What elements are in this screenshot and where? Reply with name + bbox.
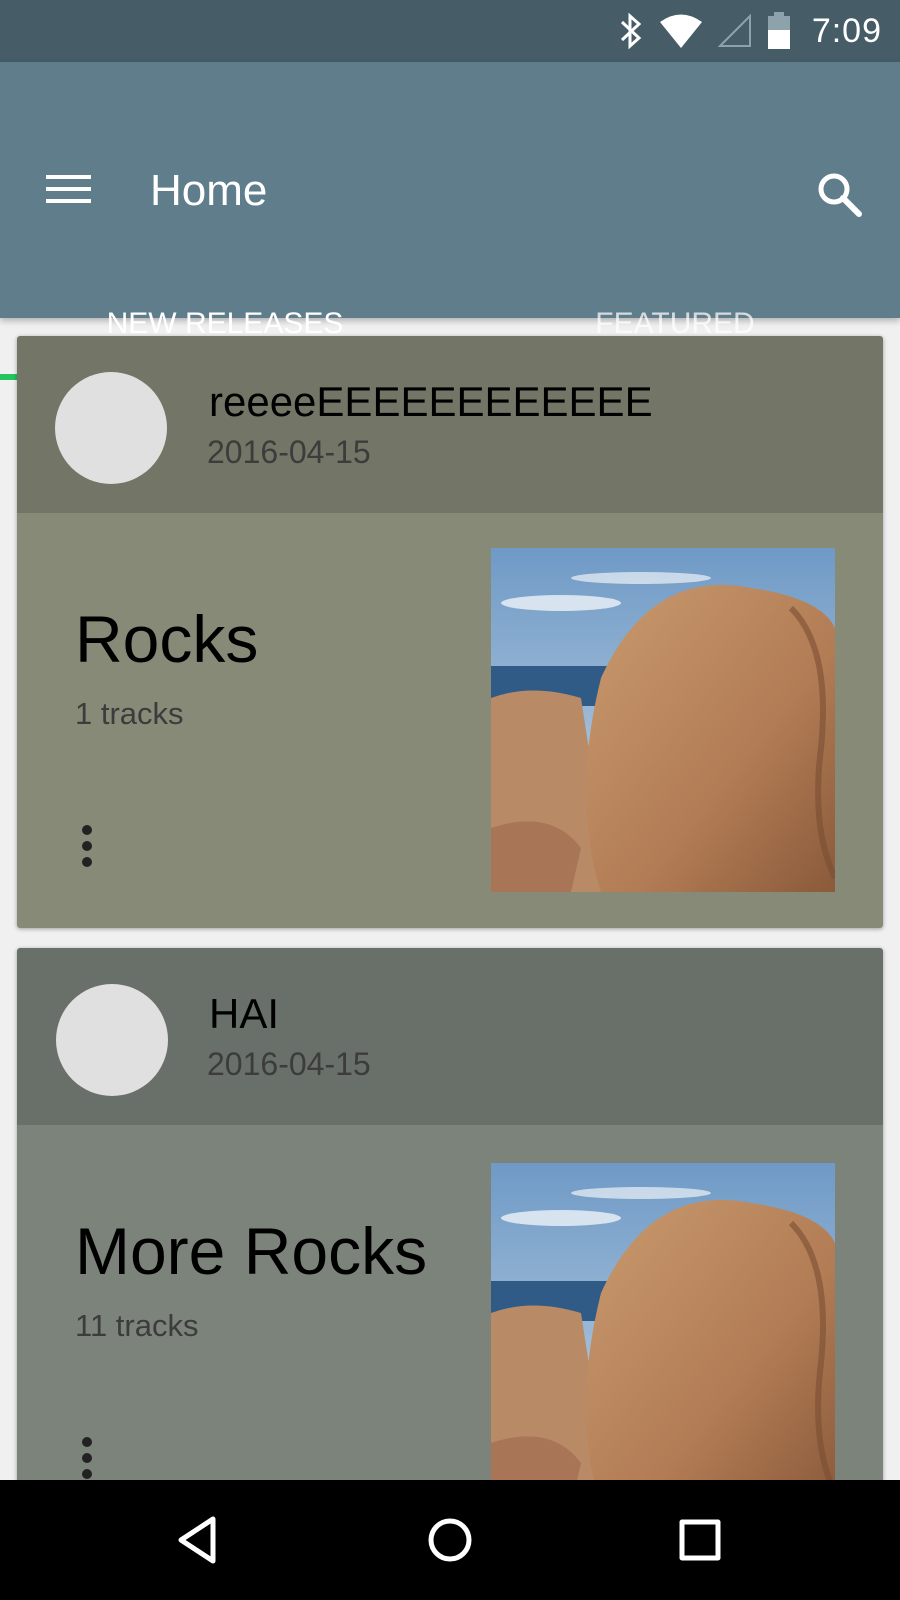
track-count: 11 tracks [75,1308,199,1343]
more-vert-icon [75,1437,99,1479]
track-count: 1 tracks [75,696,184,731]
bluetooth-icon [620,12,642,50]
home-icon [428,1518,472,1562]
card-body: More Rocks 11 tracks [17,1125,883,1480]
avatar [56,984,168,1096]
status-time: 7:09 [811,11,882,50]
status-icons: 7:09 [618,10,882,52]
back-icon [178,1516,216,1564]
rock-image [491,548,835,892]
menu-button[interactable] [44,170,94,210]
recents-button[interactable] [670,1510,730,1570]
release-card[interactable]: HAI 2016-04-15 More Rocks 11 tracks [17,948,883,1480]
release-date: 2016-04-15 [207,1046,371,1082]
page-title: Home [150,166,268,215]
avatar [55,372,167,484]
album-title: More Rocks [75,1214,428,1288]
navigation-bar [0,1480,900,1600]
more-options-button[interactable] [75,825,99,873]
search-button[interactable] [814,169,866,221]
wifi-icon [659,14,702,48]
signal-icon [717,14,751,47]
artist-name: HAI [209,990,280,1037]
rock-image [491,1163,835,1480]
recents-icon [679,1519,721,1561]
back-button[interactable] [171,1510,231,1570]
card-body: Rocks 1 tracks [17,513,883,928]
status-bar: 7:09 [0,0,900,62]
album-cover[interactable] [491,1163,835,1480]
release-card[interactable]: reeeeEEEEEEEEEEEE 2016-04-15 Rocks 1 tra… [17,336,883,928]
release-date: 2016-04-15 [207,434,371,470]
battery-icon [767,12,790,49]
album-title: Rocks [75,602,259,676]
card-header: reeeeEEEEEEEEEEEE 2016-04-15 [17,336,883,513]
album-cover[interactable] [491,548,835,892]
app-bar: Home NEW RELEASES FEATURED [0,62,900,380]
more-options-button[interactable] [75,1437,99,1480]
card-header: HAI 2016-04-15 [17,948,883,1125]
search-icon [818,173,862,217]
release-list[interactable]: reeeeEEEEEEEEEEEE 2016-04-15 Rocks 1 tra… [0,318,900,1480]
home-button[interactable] [420,1510,480,1570]
artist-name: reeeeEEEEEEEEEEEE [209,378,653,425]
more-vert-icon [75,825,99,867]
